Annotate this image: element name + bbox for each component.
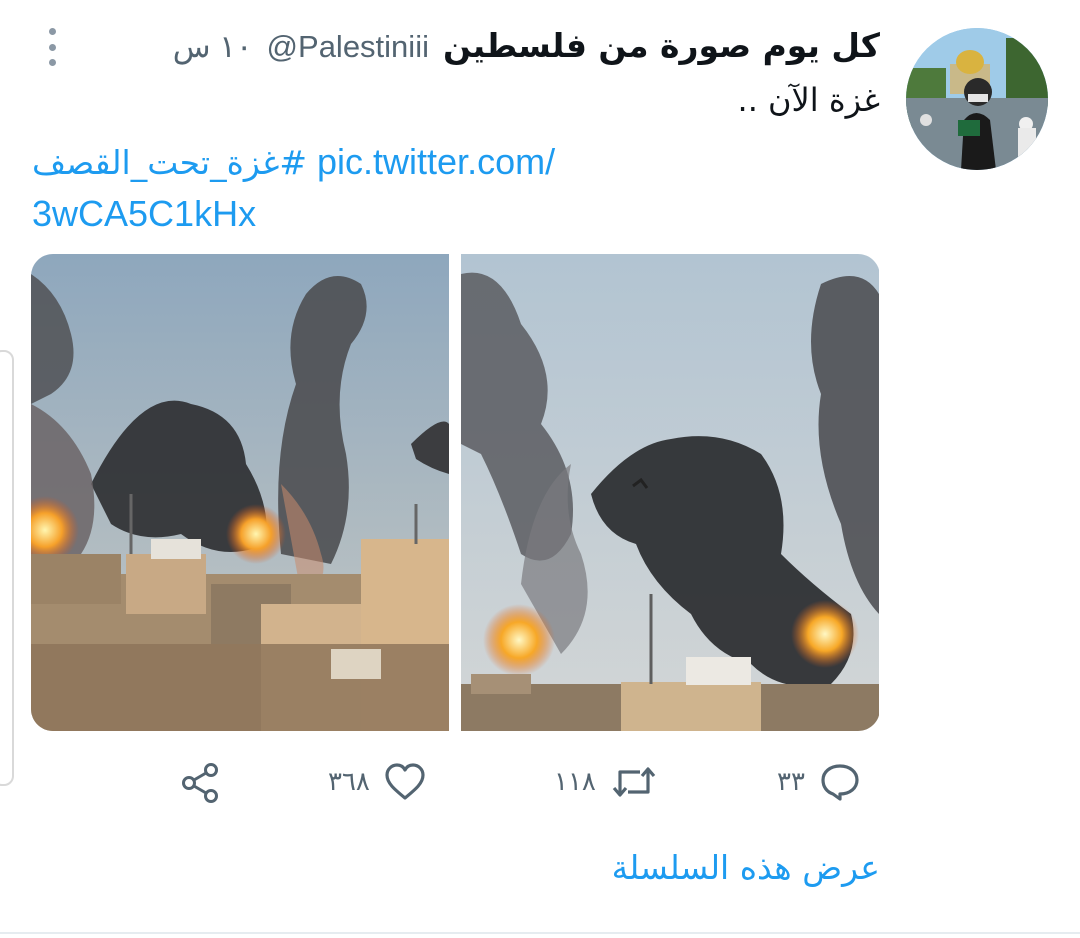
hashtag-link[interactable]: #غزة_تحت_القصف (32, 143, 307, 182)
like-icon (385, 763, 425, 800)
tweet-text: غزة الآن .. (737, 81, 880, 119)
reply-action[interactable]: ٣٣ (777, 762, 861, 802)
retweet-icon (612, 767, 656, 797)
tweet-links-line1: #غزة_تحت_القصف pic.twitter.com/ (32, 136, 555, 189)
photo-gaza-smoke-left[interactable] (31, 254, 449, 731)
like-count: ٣٦٨ (328, 767, 370, 797)
photo-left-image (31, 254, 449, 731)
share-action[interactable] (180, 762, 222, 804)
more-options-icon[interactable] (42, 28, 62, 66)
like-action[interactable]: ٣٦٨ (328, 762, 426, 802)
left-edge-panel (0, 350, 14, 786)
pic-link-part2[interactable]: 3wCA5C1kHx (32, 193, 256, 234)
retweet-count: ١١٨ (554, 767, 596, 797)
avatar[interactable] (906, 28, 1048, 170)
divider (0, 932, 1080, 934)
pic-link-part1[interactable]: pic.twitter.com/ (317, 141, 555, 182)
avatar-photo (906, 28, 1048, 170)
tweet-time[interactable]: ١٠ س (173, 29, 253, 65)
reply-icon (821, 764, 859, 801)
tweet-media (31, 254, 880, 731)
show-thread-link[interactable]: عرض هذه السلسلة (612, 848, 880, 887)
photo-gaza-smoke-right[interactable] (461, 254, 879, 731)
reply-count: ٣٣ (777, 767, 805, 797)
author-handle[interactable]: @Palestiniii (267, 29, 429, 65)
share-icon (182, 763, 218, 803)
tweet-actions: ٣٣ ١١٨ ٣٦٨ (0, 762, 1080, 808)
author-name[interactable]: كل يوم صورة من فلسطين (443, 26, 880, 65)
tweet-header: كل يوم صورة من فلسطين @Palestiniii ١٠ س (173, 26, 880, 76)
retweet-action[interactable]: ١١٨ (554, 762, 658, 802)
photo-right-image (461, 254, 879, 731)
tweet-links-line2: 3wCA5C1kHx (32, 188, 256, 240)
